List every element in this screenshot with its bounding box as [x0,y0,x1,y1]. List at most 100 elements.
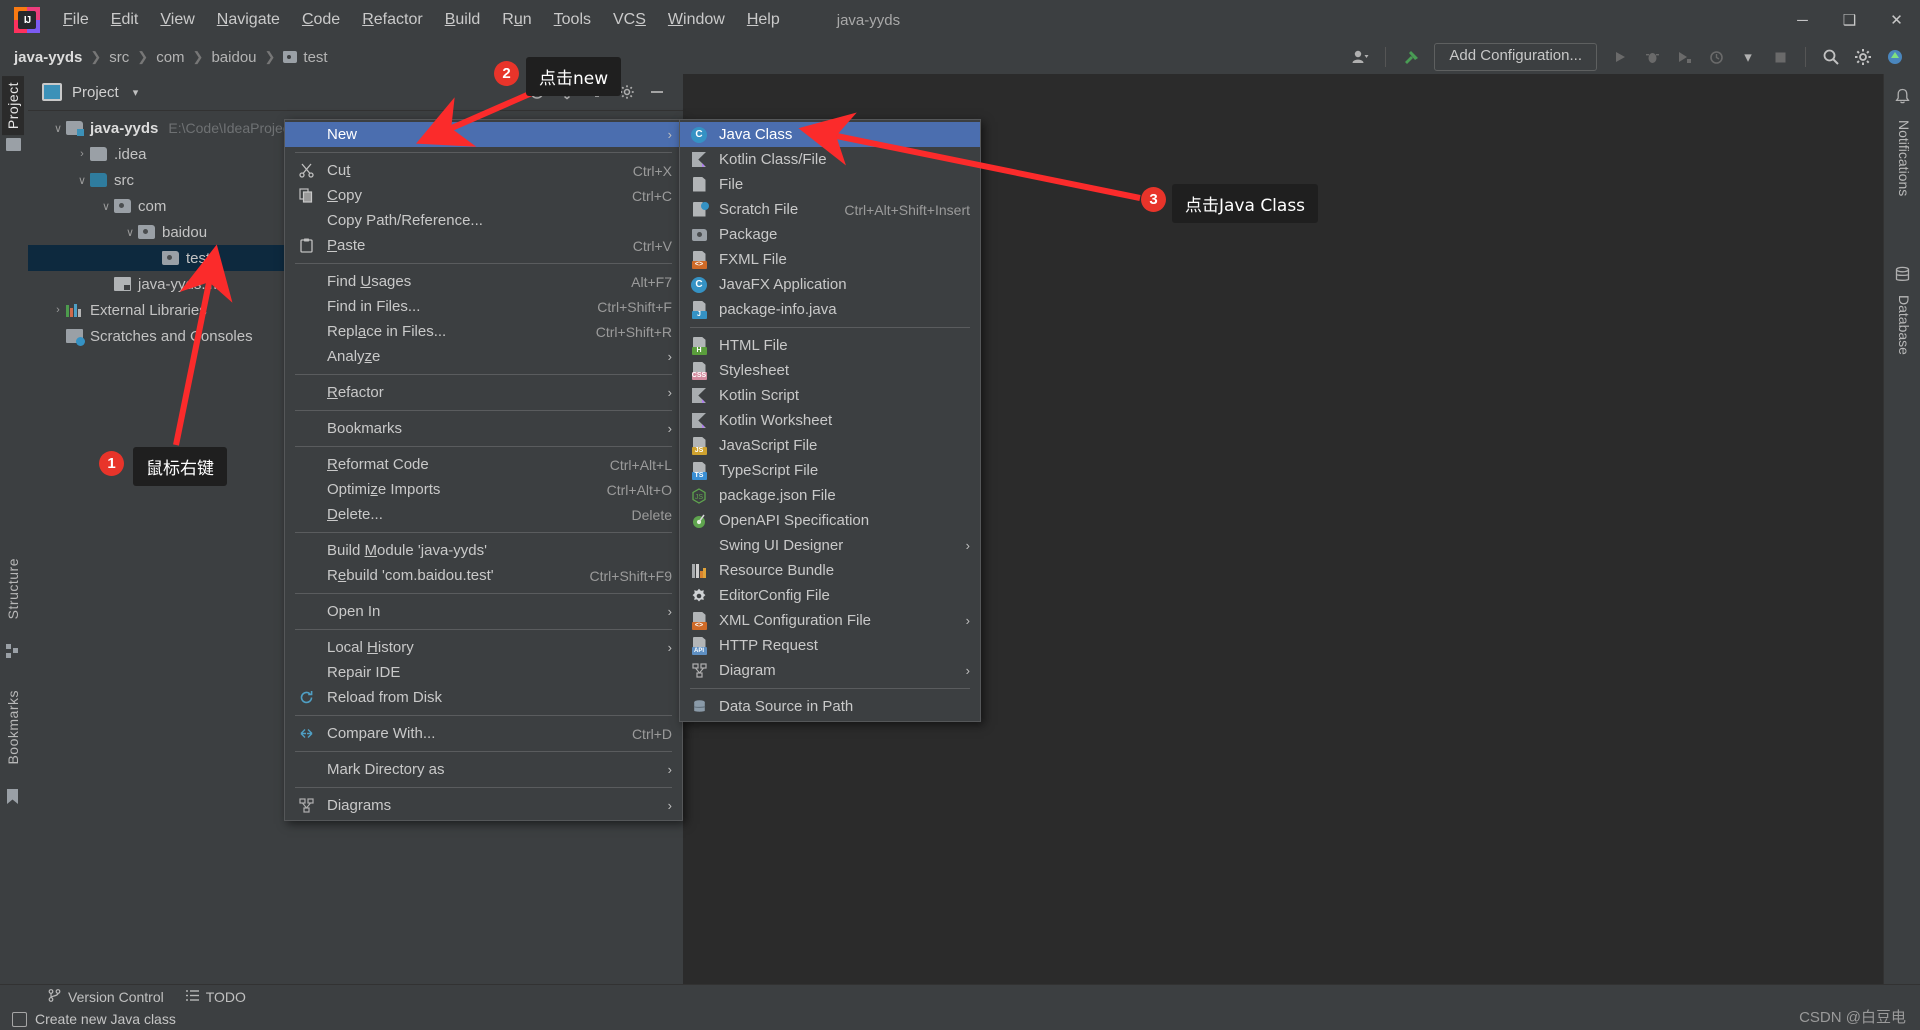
submenu-item-diagram[interactable]: Diagram › [680,658,980,683]
user-icon[interactable] [1345,43,1375,71]
submenu-item-resource-bundle[interactable]: Resource Bundle [680,558,980,583]
menu-navigate[interactable]: Navigate [206,8,291,32]
submenu-item-http-request[interactable]: API HTTP Request [680,633,980,658]
menu-item-find-usages[interactable]: Find Usages Alt+F7 [285,269,682,294]
submenu-item-swing-ui-designer[interactable]: Swing UI Designer › [680,533,980,558]
menu-tools[interactable]: Tools [543,8,602,32]
chevron-right-icon[interactable]: › [50,304,66,316]
menu-separator [295,263,672,264]
breadcrumb-test[interactable]: test [283,49,327,66]
breadcrumb-src[interactable]: src [109,49,129,66]
menu-shortcut: Ctrl+C [616,188,672,204]
chevron-down-icon[interactable]: ∨ [50,122,66,135]
submenu-item-editorconfig-file[interactable]: EditorConfig File [680,583,980,608]
submenu-item-kotlin-worksheet[interactable]: Kotlin Worksheet [680,408,980,433]
menu-item-paste[interactable]: Paste Ctrl+V [285,233,682,258]
sidebar-item-structure[interactable]: Structure [2,552,24,625]
stop-icon[interactable] [1765,43,1795,71]
hide-panel-icon[interactable] [645,80,669,104]
menu-item-copy-path-reference[interactable]: Copy Path/Reference... [285,208,682,233]
build-hammer-icon[interactable] [1396,43,1426,71]
menu-item-repair-ide[interactable]: Repair IDE [285,660,682,685]
menu-item-refactor[interactable]: Refactor › [285,380,682,405]
submenu-item-xml-configuration-file[interactable]: <> XML Configuration File › [680,608,980,633]
menu-item-diagrams[interactable]: Diagrams › [285,793,682,818]
run-with-coverage-icon[interactable] [1669,43,1699,71]
submenu-item-scratch-file[interactable]: Scratch File Ctrl+Alt+Shift+Insert [680,197,980,222]
menu-help[interactable]: Help [736,8,791,32]
submenu-item-typescript-file[interactable]: TS TypeScript File [680,458,980,483]
close-button[interactable]: ✕ [1873,0,1920,40]
submenu-item-package[interactable]: Package [680,222,980,247]
sidebar-item-bookmarks[interactable]: Bookmarks [2,684,24,771]
menu-file[interactable]: File [52,8,100,32]
breadcrumb-java-yyds[interactable]: java-yyds [14,49,82,66]
menu-item-build-module[interactable]: Build Module 'java-yyds' [285,538,682,563]
breadcrumb-baidou[interactable]: baidou [211,49,256,66]
menu-item-optimize-imports[interactable]: Optimize Imports Ctrl+Alt+O [285,477,682,502]
submenu-item-java-class[interactable]: C Java Class [680,122,980,147]
submenu-item-data-source-in-path[interactable]: Data Source in Path [680,694,980,719]
menu-item-mark-directory-as[interactable]: Mark Directory as › [285,757,682,782]
menu-item-analyze[interactable]: Analyze › [285,344,682,369]
menu-item-cut[interactable]: Cut Ctrl+X [285,158,682,183]
menu-item-copy[interactable]: Copy Ctrl+C [285,183,682,208]
sidebar-item-notifications[interactable]: Notifications [1892,114,1916,202]
chevron-down-icon[interactable]: ▾ [133,86,139,99]
menu-item-rebuild[interactable]: Rebuild 'com.baidou.test' Ctrl+Shift+F9 [285,563,682,588]
menu-refactor[interactable]: Refactor [351,8,433,32]
breadcrumb-com[interactable]: com [156,49,184,66]
menu-code[interactable]: Code [291,8,351,32]
submenu-item-javafx-application[interactable]: C JavaFX Application [680,272,980,297]
submenu-item-kotlin-class-file[interactable]: Kotlin Class/File [680,147,980,172]
menu-run[interactable]: Run [491,8,542,32]
sidebar-item-database[interactable]: Database [1892,289,1916,361]
chevron-down-icon[interactable]: ∨ [122,226,138,239]
menu-view[interactable]: View [149,8,205,32]
menu-item-delete[interactable]: Delete... Delete [285,502,682,527]
submenu-item-stylesheet[interactable]: CSS Stylesheet [680,358,980,383]
submenu-item-fxml-file[interactable]: <> FXML File [680,247,980,272]
gear-icon[interactable] [1848,43,1878,71]
menu-item-local-history[interactable]: Local History › [285,635,682,660]
submenu-item-javascript-file[interactable]: JS JavaScript File [680,433,980,458]
menu-item-new[interactable]: New › [285,122,682,147]
menu-item-bookmarks[interactable]: Bookmarks › [285,416,682,441]
submenu-item-package-json-file[interactable]: JS package.json File [680,483,980,508]
menu-item-reformat-code[interactable]: Reformat Code Ctrl+Alt+L [285,452,682,477]
submenu-item-file[interactable]: File [680,172,980,197]
submenu-item-kotlin-script[interactable]: Kotlin Script [680,383,980,408]
menu-vcs[interactable]: VCS [602,8,657,32]
profiler-icon[interactable] [1701,43,1731,71]
chevron-down-icon[interactable]: ∨ [74,174,90,187]
chevron-right-icon[interactable]: › [74,148,90,160]
chevron-down-icon[interactable]: ∨ [98,200,114,213]
menu-item-replace-in-files[interactable]: Replace in Files... Ctrl+Shift+R [285,319,682,344]
menu-separator [295,410,672,411]
minimize-button[interactable]: ─ [1779,0,1826,40]
chevron-down-icon[interactable]: ▾ [1733,43,1763,71]
menu-window[interactable]: Window [657,8,736,32]
menu-edit[interactable]: Edit [100,8,150,32]
submenu-item-html-file[interactable]: H HTML File [680,333,980,358]
menu-item-reload-from-disk[interactable]: Reload from Disk [285,685,682,710]
debug-icon[interactable] [1637,43,1667,71]
menu-item-find-in-files[interactable]: Find in Files... Ctrl+Shift+F [285,294,682,319]
html-file-icon: H [688,338,710,354]
notifications-bell-icon[interactable] [1894,88,1911,110]
menu-item-open-in[interactable]: Open In › [285,599,682,624]
add-configuration-button[interactable]: Add Configuration... [1434,43,1597,71]
search-everywhere-icon[interactable] [1816,43,1846,71]
menu-item-compare-with[interactable]: Compare With... Ctrl+D [285,721,682,746]
run-icon[interactable] [1605,43,1635,71]
breadcrumb-separator: ❯ [265,49,276,65]
database-cylinder-icon[interactable] [1894,266,1911,288]
sidebar-item-project[interactable]: Project [2,76,24,135]
submenu-item-package-info[interactable]: J package-info.java [680,297,980,322]
menu-build[interactable]: Build [434,8,492,32]
ide-update-icon[interactable] [1880,43,1910,71]
bottom-item-version-control[interactable]: Version Control [48,989,164,1005]
bottom-item-todo[interactable]: TODO [186,989,246,1005]
maximize-button[interactable]: ❑ [1826,0,1873,40]
submenu-item-openapi-specification[interactable]: OpenAPI Specification [680,508,980,533]
